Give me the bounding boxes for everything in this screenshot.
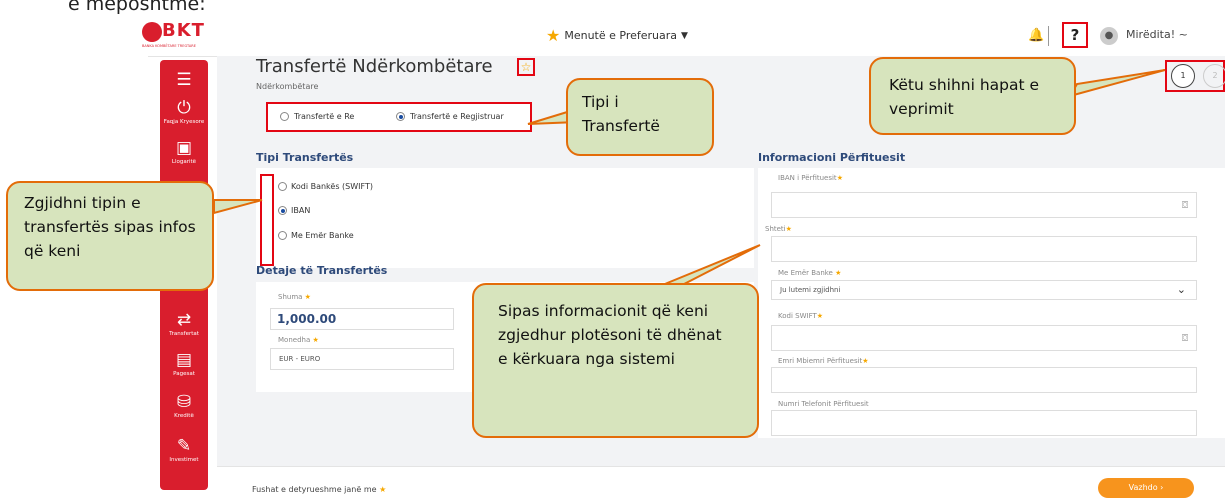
callout-steps: Këtu shihni hapat e veprimit [869,57,1076,135]
callout-select-type: Zgjidhni tipin e transfertës sipas infos… [6,181,214,291]
callout-fill-fields: Sipas informacionit që keni zgjedhur plo… [472,283,759,438]
callout-transfer-type: Tipi i Transfertë [566,78,714,156]
